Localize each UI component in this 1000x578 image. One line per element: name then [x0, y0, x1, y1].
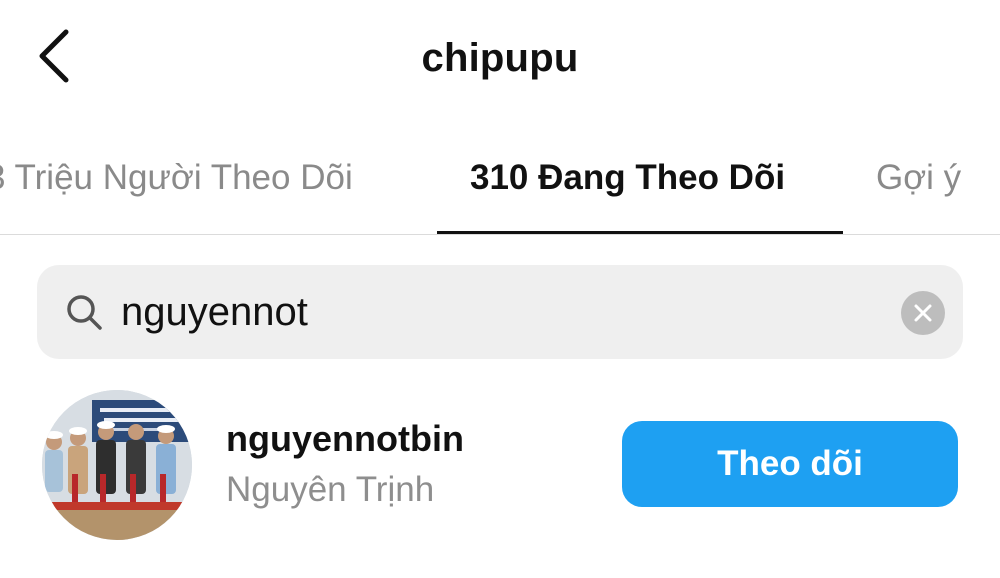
clear-icon [914, 304, 932, 322]
follow-button[interactable]: Theo dõi [622, 421, 958, 507]
search-bar [37, 265, 963, 359]
top-bar: chipupu [0, 0, 1000, 120]
profile-photo [42, 390, 192, 540]
tab-suggested[interactable]: Gợi ý [876, 158, 961, 198]
result-username[interactable]: nguyennotbin [226, 418, 464, 460]
list-item[interactable]: nguyennotbin Nguyên Trịnh Theo dõi [0, 388, 1000, 548]
tab-following[interactable]: 310 Đang Theo Dõi [470, 158, 785, 198]
tabs-divider [0, 234, 1000, 235]
search-icon [67, 295, 102, 330]
clear-search-button[interactable] [901, 291, 945, 335]
follow-tabs: 3 Triệu Người Theo Dõi 310 Đang Theo Dõi… [0, 120, 1000, 234]
tab-followers[interactable]: 3 Triệu Người Theo Dõi [0, 158, 353, 198]
search-input[interactable] [121, 283, 861, 341]
avatar[interactable] [42, 390, 192, 540]
page-title: chipupu [421, 36, 579, 80]
result-full-name: Nguyên Trịnh [226, 470, 435, 509]
